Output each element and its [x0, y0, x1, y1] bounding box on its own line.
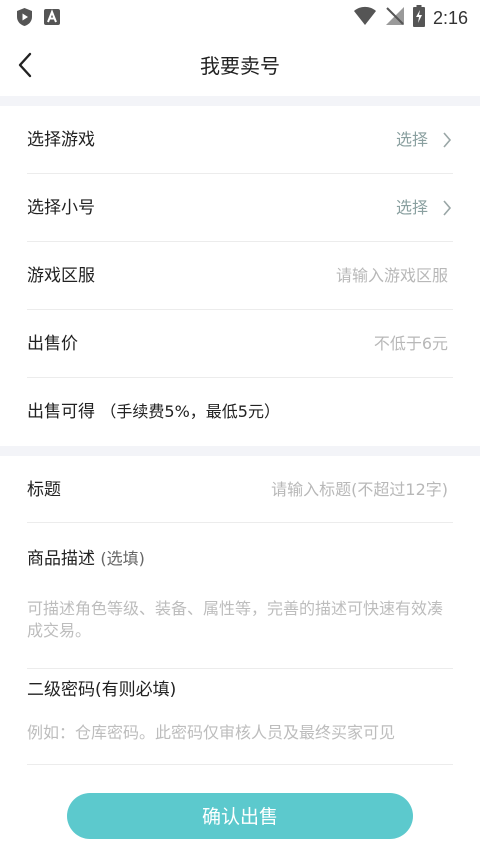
- divider: [27, 764, 453, 765]
- price-row: 出售价 不低于6元: [0, 310, 480, 378]
- section-gap: [0, 446, 480, 456]
- password-label: 二级密码(有则必填): [27, 680, 177, 700]
- description-label-text: 商品描述: [27, 549, 95, 569]
- divider: [27, 522, 453, 523]
- price-input[interactable]: 不低于6元: [374, 310, 448, 378]
- select-game-row[interactable]: 选择游戏 选择: [0, 106, 480, 174]
- chevron-right-icon: [442, 199, 452, 221]
- no-signal-icon: [385, 6, 405, 30]
- subject-row: 标题 请输入标题(不超过12字): [0, 456, 480, 524]
- subject-label: 标题: [27, 480, 61, 500]
- page-title: 我要卖号: [200, 54, 280, 78]
- subject-input[interactable]: 请输入标题(不超过12字): [271, 456, 448, 524]
- app-a-icon: [43, 8, 61, 30]
- optional-tag: (选填): [100, 549, 145, 568]
- server-row: 游戏区服 请输入游戏区服: [0, 242, 480, 310]
- password-input[interactable]: 例如：仓库密码。此密码仅审核人员及最终买家可见: [27, 719, 457, 743]
- server-input[interactable]: 请输入游戏区服: [336, 242, 448, 310]
- select-account-label: 选择小号: [27, 198, 95, 218]
- confirm-sell-button[interactable]: 确认出售: [67, 793, 413, 839]
- earn-label: 出售可得 （手续费5%，最低5元）: [27, 378, 280, 446]
- price-label: 出售价: [27, 334, 78, 354]
- wifi-icon: [353, 6, 377, 30]
- divider: [27, 668, 453, 669]
- shield-play-icon: [16, 7, 33, 31]
- section-gap: [0, 96, 480, 106]
- earn-row: 出售可得 （手续费5%，最低5元）: [0, 378, 480, 446]
- select-game-value[interactable]: 选择: [396, 106, 428, 174]
- chevron-right-icon: [442, 131, 452, 153]
- server-label: 游戏区服: [27, 266, 95, 286]
- status-time: 2:16: [432, 7, 468, 28]
- battery-charging-icon: [412, 5, 425, 31]
- description-label: 商品描述 (选填): [27, 544, 145, 569]
- earn-label-text: 出售可得: [27, 402, 95, 422]
- select-account-value[interactable]: 选择: [396, 174, 428, 242]
- select-account-row[interactable]: 选择小号 选择: [0, 174, 480, 242]
- description-textarea[interactable]: 可描述角色等级、装备、属性等，完善的描述可快速有效凑成交易。: [27, 598, 452, 642]
- nav-bar: 我要卖号: [0, 34, 480, 96]
- select-game-label: 选择游戏: [27, 130, 95, 150]
- status-bar: 2:16: [0, 0, 480, 34]
- fee-note: （手续费5%，最低5元）: [100, 402, 280, 421]
